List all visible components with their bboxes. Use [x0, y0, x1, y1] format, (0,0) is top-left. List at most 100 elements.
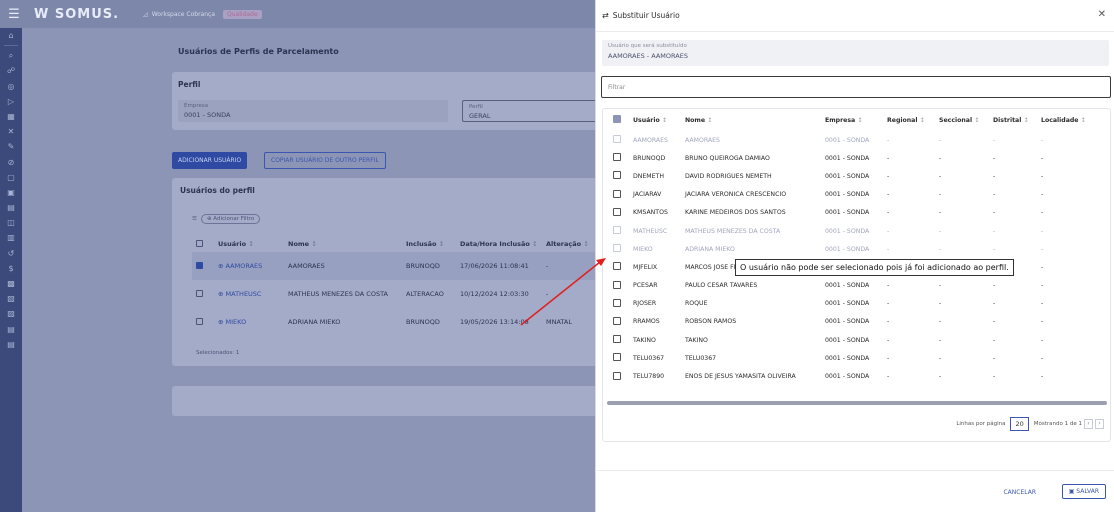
col-seccional[interactable]: Seccional ↕ — [935, 109, 989, 131]
row-checkbox[interactable] — [613, 207, 621, 216]
table-row[interactable]: TAKINO TAKINO 0001 - SONDA - - - - — [603, 331, 1108, 349]
grid-icon[interactable]: ▦ — [0, 109, 22, 124]
rows-per-page-select[interactable]: 20 — [1010, 417, 1029, 431]
list-icon[interactable]: ▥ — [0, 230, 22, 245]
close-icon[interactable]: ✕ — [1098, 9, 1106, 20]
history-icon[interactable]: ↺ — [0, 246, 22, 261]
row-checkbox[interactable] — [196, 317, 203, 325]
sort-icon: ↕ — [248, 240, 254, 248]
row-checkbox[interactable] — [613, 353, 621, 362]
row-empresa: 0001 - SONDA — [825, 136, 870, 144]
table-row[interactable]: TELU7890 ENOS DE JESUS YAMASITA OLIVEIRA 0… — [603, 367, 1108, 385]
save-button[interactable]: ▣ SALVAR — [1061, 484, 1106, 499]
chart-icon[interactable]: ▨ — [0, 306, 22, 321]
row-checkbox[interactable] — [613, 153, 621, 162]
rows-per-page-label: Linhas por página — [956, 421, 1006, 427]
calendar-icon[interactable]: ▧ — [0, 291, 22, 306]
row-data: 17/06/2026 11:08:41 — [456, 252, 542, 280]
sort-icon: ↕ — [583, 240, 589, 248]
sort-icon: ↕ — [661, 116, 668, 124]
showing-label: Mostrando 1 de 1 — [1033, 421, 1082, 427]
col-inclusao[interactable]: Inclusão ↕ — [402, 236, 456, 252]
row-checkbox — [613, 244, 621, 253]
replace-user-icon[interactable]: ⊕ — [218, 262, 223, 270]
user-link[interactable]: ⊕ MIEKO — [214, 308, 284, 336]
box-icon[interactable]: ▢ — [0, 170, 22, 185]
table-row[interactable]: JACIARAV JACIARA VERONICA CRESCENCIO 0001 … — [603, 186, 1108, 204]
search-icon[interactable]: ⌕ — [0, 48, 22, 63]
row-usuario: AAMORAES — [225, 262, 263, 270]
row-checkbox[interactable] — [613, 316, 621, 325]
prev-page-button[interactable]: ‹ — [1084, 419, 1093, 429]
workspace-selector[interactable]: ◿ Workspace Cobrança Qualidade — [143, 9, 262, 19]
people-icon[interactable]: ☍ — [0, 63, 22, 78]
wrench-icon[interactable]: ✎ — [0, 139, 22, 154]
table-row[interactable]: TELU0367 TELU0367 0001 - SONDA - - - - — [603, 349, 1108, 367]
horizontal-scrollbar[interactable] — [607, 401, 1107, 405]
replace-user-icon[interactable]: ⊕ — [218, 318, 223, 326]
row-distrital: - — [993, 191, 996, 199]
row-checkbox[interactable] — [196, 289, 203, 297]
table-row[interactable]: ⊕ AAMORAES AAMORAES BRUNOQD 17/06/2026 1… — [192, 252, 602, 280]
row-checkbox[interactable] — [613, 171, 621, 180]
dollar-icon[interactable]: $ — [0, 261, 22, 276]
add-user-button[interactable]: ADICIONAR USUÁRIO — [172, 152, 248, 169]
row-regional: - — [887, 209, 890, 217]
row-checkbox[interactable] — [613, 298, 621, 307]
user-link[interactable]: ⊕ AAMORAES — [214, 252, 284, 280]
user-link[interactable]: ⊕ MATHEUSC — [214, 280, 284, 308]
col-usuario[interactable]: Usuário ↕ — [629, 109, 681, 131]
doc-icon[interactable]: ▤ — [0, 200, 22, 215]
globe-icon[interactable]: ◎ — [0, 79, 22, 94]
table-row[interactable]: PCESAR PAULO CESAR TAVARES 0001 - SONDA - - -… — [603, 277, 1108, 295]
inbox-icon[interactable]: ◫ — [0, 215, 22, 230]
filter-icon[interactable]: ☰ — [192, 216, 197, 222]
perfil-field[interactable]: Perfil GERAL — [462, 100, 602, 122]
truck-icon[interactable]: ▷ — [0, 94, 22, 109]
row-checkbox[interactable] — [613, 262, 621, 271]
row-checkbox[interactable] — [613, 280, 621, 289]
table-row[interactable]: DNEMETH DAVID RODRIGUES NEMETH 0001 - SOND… — [603, 167, 1108, 185]
left-rail: ⌂ ⌕ ☍ ◎ ▷ ▦ ✕ ✎ ⊘ ▢ ▣ ▤ ◫ ▥ ↺ $ ▩ ▧ ▨ ▤ … — [0, 28, 22, 512]
table-row[interactable]: KMSANTOS KARINE MEDEIROS DOS SANTOS 0001 -… — [603, 204, 1108, 222]
col-empresa[interactable]: Empresa ↕ — [821, 109, 883, 131]
table-row[interactable]: ⊕ MIEKO ADRIANA MIEKO BRUNOQD 19/05/2026… — [192, 308, 602, 336]
calculator-icon[interactable]: ▣ — [0, 185, 22, 200]
select-all-checkbox[interactable] — [196, 239, 203, 247]
row-nome: KARINE MEDEIROS DOS SANTOS — [685, 209, 786, 217]
cancel-button[interactable]: CANCELAR — [1003, 489, 1036, 496]
settings-icon[interactable]: ⊘ — [0, 155, 22, 170]
col-regional[interactable]: Regional ↕ — [883, 109, 935, 131]
replace-user-icon[interactable]: ⊕ — [218, 290, 223, 298]
empresa-field[interactable]: Empresa 0001 - SONDA — [178, 100, 448, 122]
col-localidade[interactable]: Localidade ↕ — [1037, 109, 1108, 131]
col-nome[interactable]: Nome ↕ — [681, 109, 821, 131]
col-distrital[interactable]: Distrital ↕ — [989, 109, 1037, 131]
row-checkbox[interactable] — [196, 261, 203, 269]
add-filter-button[interactable]: ⊕ Adicionar Filtro — [200, 214, 261, 224]
copy-user-button[interactable]: COPIAR USUÁRIO DE OUTRO PERFIL — [264, 152, 386, 169]
next-page-button[interactable]: › — [1095, 419, 1104, 429]
select-all-checkbox[interactable] — [613, 115, 621, 123]
col-datahora[interactable]: Data/Hora Inclusão ↕ — [456, 236, 542, 252]
table-row[interactable]: RRAMOS ROBSON RAMOS 0001 - SONDA - - - - — [603, 313, 1108, 331]
home-icon[interactable]: ⌂ — [0, 28, 22, 43]
hamburger-icon[interactable]: ☰ — [0, 7, 28, 22]
file-icon[interactable]: ▤ — [0, 322, 22, 337]
row-localidade: - — [1041, 263, 1044, 271]
row-checkbox[interactable] — [613, 189, 621, 198]
row-distrital: - — [993, 282, 996, 290]
report-icon[interactable]: ▩ — [0, 276, 22, 291]
row-checkbox[interactable] — [613, 335, 621, 344]
table-row[interactable]: ⊕ MATHEUSC MATHEUS MENEZES DA COSTA ALTE… — [192, 280, 602, 308]
col-nome[interactable]: Nome ↕ — [284, 236, 402, 252]
filter-input[interactable] — [602, 77, 1110, 97]
tool-icon[interactable]: ✕ — [0, 124, 22, 139]
table-row[interactable]: BRUNOQD BRUNO QUEIROGA DAMIAO 0001 - SONDA… — [603, 149, 1108, 167]
col-alteracao[interactable]: Alteração ↕ — [542, 236, 602, 252]
row-checkbox[interactable] — [613, 371, 621, 380]
filter-field[interactable] — [601, 76, 1111, 98]
col-usuario[interactable]: Usuário ↕ — [214, 236, 284, 252]
table-row[interactable]: RJOSER ROQUE 0001 - SONDA - - - - — [603, 295, 1108, 313]
file2-icon[interactable]: ▤ — [0, 337, 22, 352]
